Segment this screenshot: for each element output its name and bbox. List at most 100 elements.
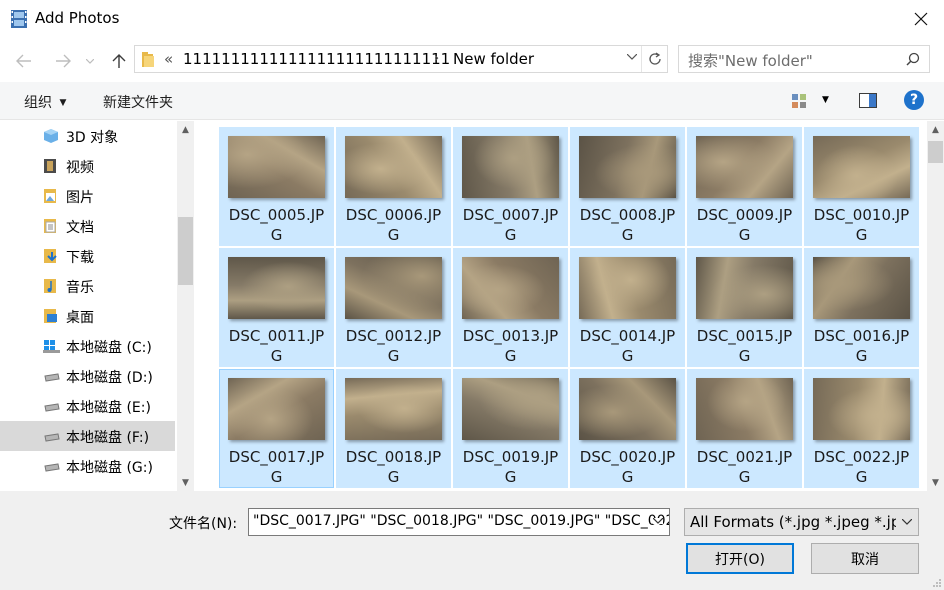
file-type-select[interactable]: All Formats (*.jpg *.jpeg *.jp2 *.tif *.…: [684, 508, 919, 536]
help-button[interactable]: ?: [904, 90, 924, 110]
photo-thumbnail: [345, 257, 442, 319]
file-item[interactable]: DSC_0021.JPG: [687, 369, 802, 488]
chevron-down-icon[interactable]: [653, 518, 663, 524]
file-item[interactable]: DSC_0016.JPG: [804, 248, 919, 367]
file-item[interactable]: DSC_0018.JPG: [336, 369, 451, 488]
organize-menu[interactable]: 组织 ▼: [24, 92, 66, 112]
photo-thumbnail: [696, 136, 793, 198]
file-item[interactable]: DSC_0022.JPG: [804, 369, 919, 488]
photo-thumbnail: [228, 136, 325, 198]
scroll-down-icon[interactable]: ▼: [927, 474, 944, 491]
drive-icon: [44, 403, 60, 412]
photo-thumbnail: [345, 136, 442, 198]
file-item[interactable]: DSC_0005.JPG: [219, 127, 334, 246]
sidebar-item-desktop[interactable]: 桌面: [0, 301, 175, 331]
window-title: Add Photos: [35, 9, 120, 27]
sidebar-item-label: 本地磁盘 (E:): [66, 400, 151, 416]
photo-thumbnail: [462, 136, 559, 198]
sidebar-item-drive-e[interactable]: 本地磁盘 (E:): [0, 391, 175, 421]
sidebar-item-pictures[interactable]: 图片: [0, 181, 175, 211]
view-options-icon[interactable]: [791, 93, 807, 109]
arrow-left-icon: [16, 54, 31, 68]
new-folder-button[interactable]: 新建文件夹: [103, 92, 173, 112]
file-item[interactable]: DSC_0019.JPG: [453, 369, 568, 488]
scrollbar-thumb[interactable]: [178, 217, 193, 285]
filename-label: 文件名(N):: [169, 516, 238, 532]
file-name: DSC_0012.JPG: [345, 327, 442, 365]
back-button[interactable]: [13, 50, 35, 72]
organize-label: 组织: [24, 95, 52, 111]
file-name: DSC_0011.JPG: [228, 327, 325, 365]
file-name: DSC_0009.JPG: [696, 206, 793, 244]
pictures-icon: [44, 189, 56, 203]
file-item[interactable]: DSC_0008.JPG: [570, 127, 685, 246]
file-item[interactable]: DSC_0011.JPG: [219, 248, 334, 367]
up-button[interactable]: [108, 50, 130, 72]
sidebar-item-videos[interactable]: 视频: [0, 151, 175, 181]
sidebar-item-drive-g[interactable]: 本地磁盘 (G:): [0, 451, 175, 481]
photo-thumbnail: [813, 257, 910, 319]
sidebar-item-drive-c[interactable]: 本地磁盘 (C:): [0, 331, 175, 361]
caret-down-icon[interactable]: ▼: [822, 95, 829, 105]
filename-input[interactable]: "DSC_0017.JPG" "DSC_0018.JPG" "DSC_0019.…: [248, 508, 670, 536]
photo-thumbnail: [813, 378, 910, 440]
file-name: DSC_0019.JPG: [462, 448, 559, 486]
file-item[interactable]: DSC_0012.JPG: [336, 248, 451, 367]
file-item[interactable]: DSC_0006.JPG: [336, 127, 451, 246]
file-item[interactable]: DSC_0020.JPG: [570, 369, 685, 488]
search-input[interactable]: 搜索"New folder": [678, 45, 930, 73]
photo-thumbnail: [579, 378, 676, 440]
sidebar-item-label: 音乐: [66, 280, 94, 296]
scroll-down-icon[interactable]: ▼: [177, 474, 194, 491]
sidebar-item-drive-d[interactable]: 本地磁盘 (D:): [0, 361, 175, 391]
file-list-scrollbar[interactable]: ▲ ▼: [927, 121, 944, 491]
sidebar-item-3d-objects[interactable]: 3D 对象: [0, 121, 175, 151]
scroll-up-icon[interactable]: ▲: [177, 121, 194, 138]
resize-grip-icon[interactable]: [932, 578, 942, 588]
sidebar-scrollbar[interactable]: ▲ ▼: [177, 121, 194, 491]
sidebar-item-documents[interactable]: 文档: [0, 211, 175, 241]
command-bar: 组织 ▼ 新建文件夹 ▼: [0, 82, 944, 120]
sidebar-item-drive-f[interactable]: 本地磁盘 (F:): [0, 421, 175, 451]
file-name: DSC_0017.JPG: [228, 448, 325, 486]
forward-button[interactable]: [52, 50, 74, 72]
photo-thumbnail: [696, 257, 793, 319]
file-name: DSC_0022.JPG: [813, 448, 910, 486]
documents-icon: [44, 219, 56, 233]
scroll-up-icon[interactable]: ▲: [927, 121, 944, 138]
file-item[interactable]: DSC_0014.JPG: [570, 248, 685, 367]
file-item[interactable]: DSC_0017.JPG: [219, 369, 334, 488]
sidebar-item-label: 图片: [66, 190, 94, 206]
breadcrumb-segment[interactable]: 1111111111111111111111111111: [183, 50, 450, 68]
open-button[interactable]: 打开(O): [686, 543, 794, 574]
breadcrumb-overflow[interactable]: «: [164, 50, 173, 68]
file-item[interactable]: DSC_0013.JPG: [453, 248, 568, 367]
downloads-icon: [44, 249, 57, 263]
desktop-icon: [44, 309, 57, 323]
sidebar-item-downloads[interactable]: 下载: [0, 241, 175, 271]
preview-pane-icon[interactable]: [859, 93, 877, 108]
file-item[interactable]: DSC_0010.JPG: [804, 127, 919, 246]
chevron-down-icon[interactable]: [627, 54, 637, 60]
recent-locations-button[interactable]: [83, 50, 97, 72]
scrollbar-thumb[interactable]: [928, 141, 943, 163]
film-icon: [11, 10, 27, 28]
photo-thumbnail: [228, 257, 325, 319]
file-item[interactable]: DSC_0007.JPG: [453, 127, 568, 246]
file-item[interactable]: DSC_0015.JPG: [687, 248, 802, 367]
photo-thumbnail: [579, 257, 676, 319]
address-bar[interactable]: « 1111111111111111111111111111 › New fol…: [134, 45, 668, 73]
file-name: DSC_0018.JPG: [345, 448, 442, 486]
music-icon: [44, 279, 56, 293]
close-button[interactable]: [898, 0, 944, 38]
navigation-pane: 3D 对象 视频 图片 文档 下载 音乐 桌面 本地磁盘 (C:) 本地磁盘 (…: [0, 121, 196, 491]
drive-icon: [44, 373, 60, 382]
file-item[interactable]: DSC_0009.JPG: [687, 127, 802, 246]
cancel-button[interactable]: 取消: [811, 543, 919, 574]
title-bar: Add Photos: [0, 0, 944, 38]
sidebar-item-music[interactable]: 音乐: [0, 271, 175, 301]
refresh-button[interactable]: [641, 46, 667, 72]
breadcrumb-segment[interactable]: New folder: [453, 50, 534, 68]
sidebar-item-label: 视频: [66, 160, 94, 176]
file-list: DSC_0005.JPG DSC_0006.JPG DSC_0007.JPG DSC_…: [196, 121, 944, 491]
